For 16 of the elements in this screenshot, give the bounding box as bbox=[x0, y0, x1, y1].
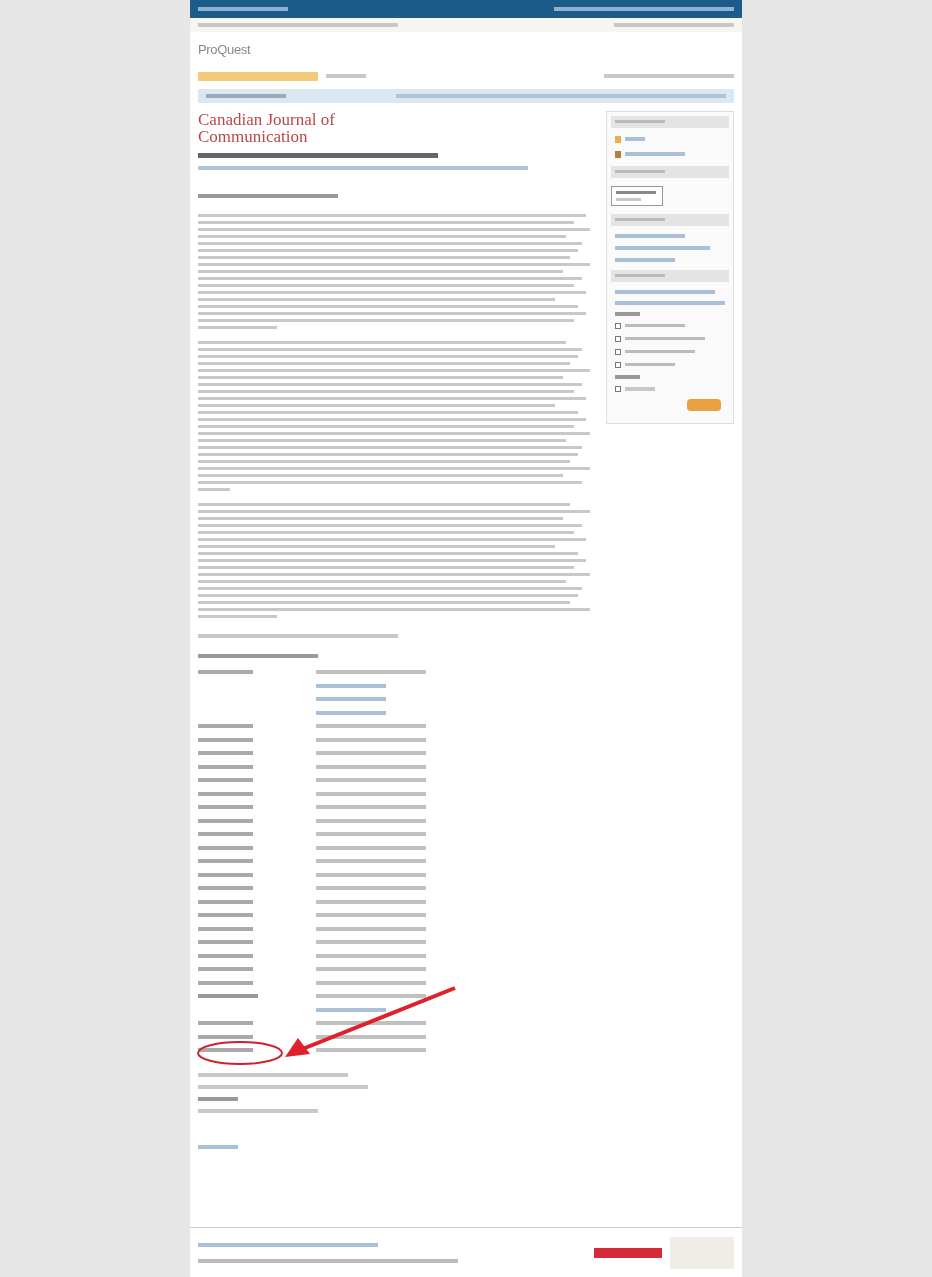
checkbox[interactable] bbox=[615, 385, 622, 392]
journal-title: Canadian Journal of Communication bbox=[198, 110, 336, 145]
blurred-text-line bbox=[625, 363, 676, 366]
footer-banner bbox=[594, 1247, 662, 1258]
input-field[interactable] bbox=[611, 185, 664, 206]
checkbox[interactable] bbox=[615, 335, 622, 342]
checkbox[interactable] bbox=[615, 361, 622, 368]
checkbox[interactable] bbox=[615, 348, 622, 355]
checkbox[interactable] bbox=[615, 322, 622, 329]
blurred-text-line bbox=[616, 197, 642, 201]
university-logo bbox=[670, 1236, 734, 1269]
logo: ProQuest bbox=[198, 41, 252, 59]
blurred-text-line bbox=[616, 190, 657, 194]
blurred-text-line bbox=[625, 324, 686, 327]
blurred-text-line bbox=[625, 350, 696, 353]
blurred-text-line bbox=[198, 487, 230, 491]
